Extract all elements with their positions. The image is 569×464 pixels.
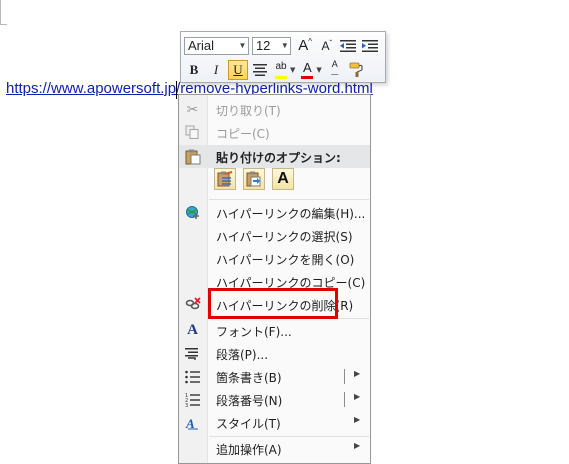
menu-item-font[interactable]: A フォント(F)...	[179, 319, 370, 342]
submenu-arrow-icon[interactable]: ▶	[354, 392, 360, 401]
highlighter-icon: ab	[275, 61, 287, 72]
scissors-icon: ✂	[186, 101, 199, 118]
remove-link-icon	[184, 296, 201, 313]
menu-item-additional-actions[interactable]: 追加操作(A) ▶	[179, 437, 370, 460]
paste-merge-format-button[interactable]	[243, 168, 265, 190]
underline-icon: U	[233, 61, 243, 77]
paste-text-only-icon: A	[277, 170, 289, 187]
context-menu: ✂ 切り取り(T) コピー(C) 貼り付けのオプション: A ハイパーリンクの編…	[178, 94, 371, 464]
submenu-arrow-icon[interactable]: ▶	[354, 415, 360, 424]
font-size-value: 12	[255, 38, 271, 53]
paste-keep-format-button[interactable]	[214, 168, 236, 190]
font-color-bar	[301, 75, 314, 79]
paste-options-group: A	[214, 168, 294, 190]
font-size-dropdown[interactable]: 12 ▼	[251, 36, 292, 55]
shrink-font-button[interactable]: Aˇ	[317, 36, 337, 56]
menu-item-cut[interactable]: ✂ 切り取り(T)	[179, 98, 370, 121]
font-color-icon: A	[303, 60, 312, 75]
clear-format-icon: A ―	[331, 59, 339, 79]
menu-item-paragraph[interactable]: 段落(P)...	[179, 342, 370, 365]
shrink-font-icon: Aˇ	[321, 38, 333, 53]
copy-icon	[184, 124, 201, 141]
menu-item-styles[interactable]: A スタイル(T) ▶	[179, 411, 370, 434]
text-cursor	[176, 81, 177, 99]
paste-text-only-button[interactable]: A	[272, 168, 294, 190]
remove-hyperlink-highlight-box	[208, 288, 338, 319]
bold-button[interactable]: B	[184, 60, 204, 80]
italic-icon: I	[213, 61, 219, 77]
bold-icon: B	[189, 61, 199, 77]
mini-toolbar: Arial ▼ 12 ▼ A^ Aˇ B I U ab ▼ A ▼ A ―	[180, 31, 386, 83]
italic-button[interactable]: I	[206, 60, 226, 80]
submenu-divider	[344, 392, 345, 407]
paste-options-header: 貼り付けのオプション:	[179, 145, 370, 168]
font-icon: A	[187, 322, 198, 338]
chevron-down-icon[interactable]: ▼	[316, 66, 321, 74]
font-name-dropdown[interactable]: Arial ▼	[184, 36, 249, 55]
menu-item-bullets[interactable]: 箇条書き(B) ▶	[179, 365, 370, 388]
clear-format-button[interactable]: A ―	[325, 60, 345, 80]
paste-icon	[184, 148, 201, 165]
menu-item-edit-hyperlink[interactable]: ハイパーリンクの編集(H)...	[179, 201, 370, 224]
center-align-icon	[253, 63, 267, 76]
paragraph-icon	[184, 345, 201, 362]
chevron-down-icon: ▼	[280, 41, 289, 50]
increase-indent-icon	[362, 39, 379, 52]
bullets-icon	[184, 368, 201, 385]
mini-toolbar-row-2: B I U ab ▼ A ▼ A ―	[184, 58, 382, 81]
font-name-value: Arial	[188, 38, 215, 53]
styles-icon: A	[184, 414, 201, 431]
highlight-color-bar	[275, 75, 287, 79]
page-corner-mark	[0, 0, 7, 25]
menu-item-numbering[interactable]: 123 段落番号(N) ▶	[179, 388, 370, 411]
chevron-down-icon: ▼	[238, 41, 247, 50]
paste-merge-format-icon	[246, 171, 261, 187]
menu-item-copy[interactable]: コピー(C)	[179, 121, 370, 144]
format-painter-button[interactable]	[347, 60, 367, 80]
menu-item-open-hyperlink[interactable]: ハイパーリンクを開く(O)	[179, 247, 370, 270]
underline-button[interactable]: U	[228, 59, 248, 80]
grow-font-icon: A^	[298, 37, 312, 54]
submenu-divider	[344, 369, 345, 384]
menu-separator	[209, 199, 369, 200]
menu-item-select-hyperlink[interactable]: ハイパーリンクの選択(S)	[179, 224, 370, 247]
globe-link-icon	[184, 204, 201, 221]
font-color-button[interactable]: A	[298, 60, 316, 80]
numbering-icon: 123	[184, 391, 201, 408]
chevron-down-icon[interactable]: ▼	[290, 66, 295, 74]
format-painter-icon	[349, 62, 363, 77]
paste-keep-format-icon	[217, 171, 233, 187]
decrease-indent-button[interactable]	[339, 36, 359, 56]
decrease-indent-icon	[340, 39, 357, 52]
submenu-arrow-icon[interactable]: ▶	[354, 369, 360, 378]
svg-text:3: 3	[185, 403, 188, 407]
submenu-arrow-icon[interactable]: ▶	[354, 441, 360, 450]
center-align-button[interactable]	[250, 60, 270, 80]
mini-toolbar-row-1: Arial ▼ 12 ▼ A^ Aˇ	[184, 34, 382, 57]
increase-indent-button[interactable]	[360, 36, 380, 56]
grow-font-button[interactable]: A^	[295, 36, 315, 56]
highlight-button[interactable]: ab	[272, 60, 290, 80]
